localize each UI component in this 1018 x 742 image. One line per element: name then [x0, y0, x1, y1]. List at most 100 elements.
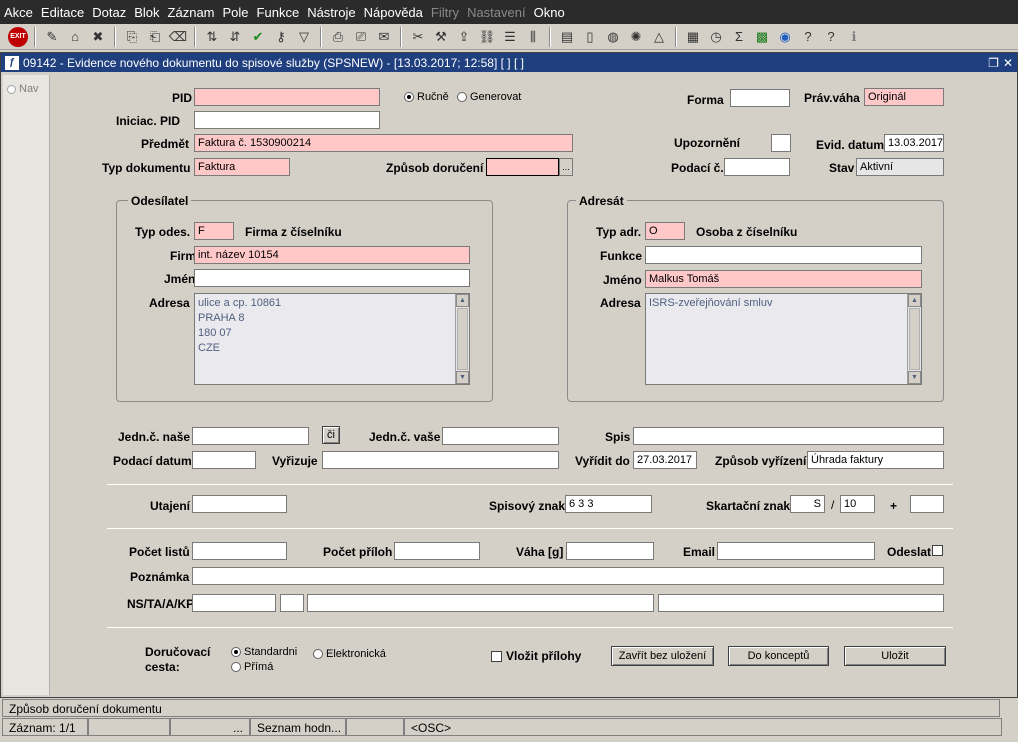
spisovy-znak-field[interactable]: 6 3 3 — [565, 495, 652, 513]
sum-icon[interactable]: Σ — [729, 27, 749, 47]
adr-adresa-textarea[interactable]: ISRS-zveřejňování smluv ▲ ▼ — [645, 293, 922, 385]
export-icon[interactable]: ⇪ — [454, 27, 474, 47]
zpusob-vyrizeni-field[interactable]: Úhrada faktury — [807, 451, 944, 469]
help-icon[interactable]: ? — [798, 27, 818, 47]
menu-dotaz[interactable]: Dotaz — [92, 5, 126, 20]
close-icon[interactable]: ✕ — [1003, 56, 1013, 70]
menu-editace[interactable]: Editace — [41, 5, 84, 20]
plus-field[interactable] — [910, 495, 944, 513]
scroll-down-icon[interactable]: ▼ — [908, 371, 921, 384]
excel-icon[interactable]: ▩ — [752, 27, 772, 47]
context-help-icon[interactable]: ? — [821, 27, 841, 47]
ns-field-4[interactable] — [658, 594, 944, 612]
odes-adresa-textarea[interactable]: ulice a cp. 10861 PRAHA 8 180 07 CZE ▲ ▼ — [194, 293, 470, 385]
menu-blok[interactable]: Blok — [134, 5, 159, 20]
do-konceptu-button[interactable]: Do konceptů — [728, 646, 829, 666]
forma-field[interactable] — [730, 89, 790, 107]
filter-icon[interactable]: ▽ — [294, 27, 314, 47]
scroll-thumb[interactable] — [909, 308, 920, 370]
rucne-radio[interactable]: Ručně — [404, 91, 449, 103]
iniciac-pid-field[interactable] — [194, 111, 380, 129]
globe-icon[interactable]: ◍ — [603, 27, 623, 47]
prav-vaha-field[interactable]: Originál — [864, 88, 944, 106]
info-icon[interactable]: ℹ — [844, 27, 864, 47]
prima-radio[interactable]: Přímá — [231, 661, 273, 673]
web-icon[interactable]: ◉ — [775, 27, 795, 47]
funkce-field[interactable] — [645, 246, 922, 264]
jedn-vase-field[interactable] — [442, 427, 559, 445]
mail-icon[interactable]: ✉ — [374, 27, 394, 47]
link-icon[interactable]: ⛓ — [477, 27, 497, 47]
predmet-field[interactable]: Faktura č. 1530900214 — [194, 134, 573, 152]
key-icon[interactable]: ⚷ — [271, 27, 291, 47]
spis-field[interactable] — [633, 427, 944, 445]
adr-adresa-scrollbar[interactable]: ▲ ▼ — [907, 294, 921, 384]
utajeni-field[interactable] — [192, 495, 287, 513]
menu-pole[interactable]: Pole — [223, 5, 249, 20]
copy-icon[interactable]: ⎘ — [122, 27, 142, 47]
scroll-down-icon[interactable]: ▼ — [456, 371, 469, 384]
email-field[interactable] — [717, 542, 875, 560]
poznamka-field[interactable] — [192, 567, 944, 585]
menu-okno[interactable]: Okno — [534, 5, 565, 20]
clock-icon[interactable]: ◷ — [706, 27, 726, 47]
print-icon[interactable]: ⎙ — [328, 27, 348, 47]
sort-asc-icon[interactable]: ⇅ — [202, 27, 222, 47]
firma-field[interactable]: int. název 10154 — [194, 246, 470, 264]
zpusob-doruceni-lov-button[interactable]: ... — [559, 158, 573, 176]
check-icon[interactable]: ✔ — [248, 27, 268, 47]
clear-icon[interactable]: ⌫ — [168, 27, 188, 47]
save-record-icon[interactable]: ⌂ — [65, 27, 85, 47]
podaci-datum-field[interactable] — [192, 451, 256, 469]
print-preview-icon[interactable]: ⎚ — [351, 27, 371, 47]
ci-button[interactable]: či — [322, 426, 340, 444]
menu-napoveda[interactable]: Nápověda — [364, 5, 423, 20]
chart-icon[interactable]: ▦ — [683, 27, 703, 47]
generovat-radio[interactable]: Generovat — [457, 91, 521, 103]
odes-adresa-scrollbar[interactable]: ▲ ▼ — [455, 294, 469, 384]
insert-record-icon[interactable]: ✎ — [42, 27, 62, 47]
typ-adr-field[interactable]: O — [645, 222, 685, 240]
tools-icon[interactable]: ⚒ — [431, 27, 451, 47]
menu-zaznam[interactable]: Záznam — [168, 5, 215, 20]
ulozit-button[interactable]: Uložit — [844, 646, 946, 666]
pocet-listu-field[interactable] — [192, 542, 287, 560]
pid-field[interactable] — [194, 88, 380, 106]
delete-record-icon[interactable]: ✖ — [88, 27, 108, 47]
menu-akce[interactable]: Akce — [4, 5, 33, 20]
menu-nastroje[interactable]: Nástroje — [307, 5, 355, 20]
ns-field-3[interactable] — [307, 594, 654, 612]
menu-funkce[interactable]: Funkce — [257, 5, 300, 20]
vyridit-do-field[interactable]: 27.03.2017 — [633, 451, 697, 469]
typ-odes-field[interactable]: F — [194, 222, 234, 240]
evid-datum-field[interactable]: 13.03.2017 — [884, 134, 944, 152]
scroll-up-icon[interactable]: ▲ — [908, 294, 921, 307]
nav-toggle[interactable]: Nav — [3, 75, 49, 95]
zpusob-doruceni-field[interactable] — [486, 158, 559, 176]
document-icon[interactable]: ▤ — [557, 27, 577, 47]
scroll-thumb[interactable] — [457, 308, 468, 370]
ns-field-1[interactable] — [192, 594, 276, 612]
restore-icon[interactable]: ❐ — [988, 56, 999, 70]
cut-icon[interactable]: ✂ — [408, 27, 428, 47]
paste-icon[interactable]: ⎗ — [145, 27, 165, 47]
skartacni-lhuta-field[interactable]: 10 — [840, 495, 875, 513]
upozorneni-field[interactable] — [771, 134, 791, 152]
ns-field-2[interactable] — [280, 594, 304, 612]
adr-jmeno-field[interactable]: Malkus Tomáš — [645, 270, 922, 288]
vlozit-prilohy-checkbox[interactable]: Vložit přílohy — [491, 649, 581, 663]
columns-icon[interactable]: ⫼ — [523, 27, 543, 47]
pocet-priloh-field[interactable] — [394, 542, 480, 560]
vyrizuje-field[interactable] — [322, 451, 559, 469]
odes-jmeno-field[interactable] — [194, 269, 470, 287]
scroll-up-icon[interactable]: ▲ — [456, 294, 469, 307]
standardni-radio[interactable]: Standardni — [231, 646, 297, 658]
triangle-icon[interactable]: △ — [649, 27, 669, 47]
zavrit-bez-ulozeni-button[interactable]: Zavřít bez uložení — [611, 646, 714, 666]
podaci-c-field[interactable] — [724, 158, 790, 176]
list-icon[interactable]: ☰ — [500, 27, 520, 47]
page-icon[interactable]: ▯ — [580, 27, 600, 47]
gear-icon[interactable]: ✺ — [626, 27, 646, 47]
vaha-field[interactable] — [566, 542, 654, 560]
odeslat-checkbox[interactable] — [932, 545, 943, 556]
